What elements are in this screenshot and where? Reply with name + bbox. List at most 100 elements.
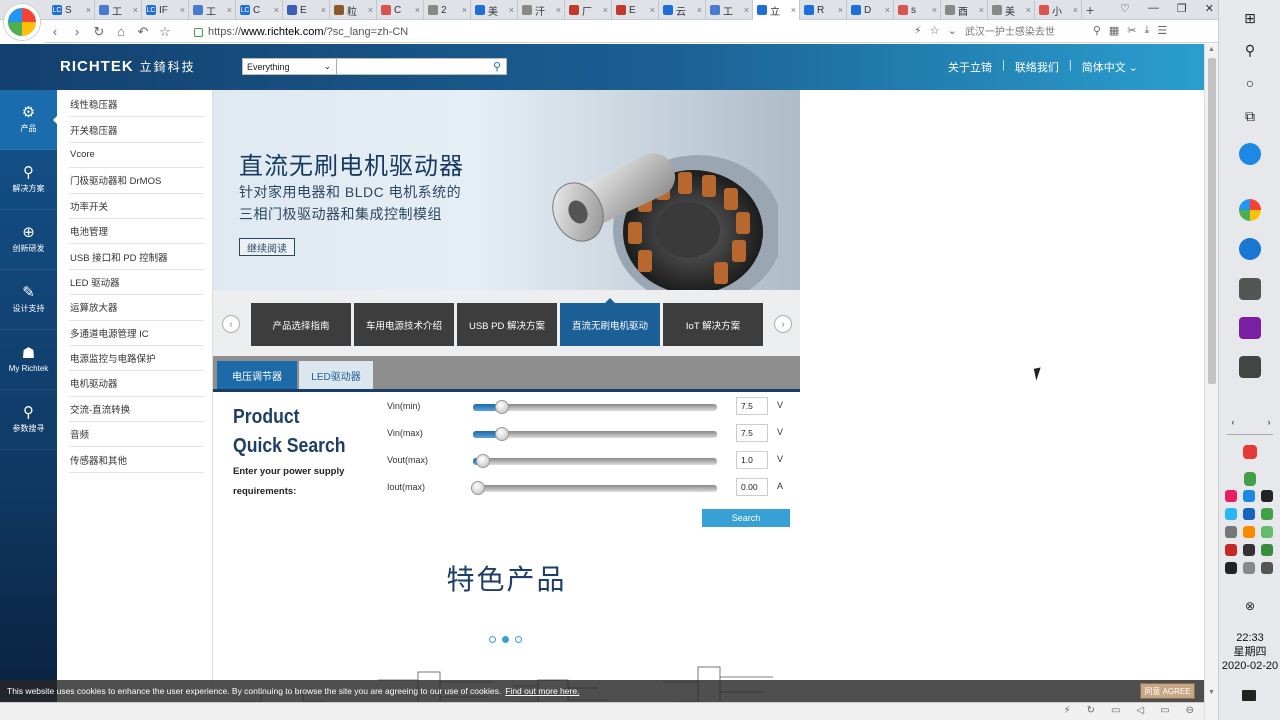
forward-icon[interactable]: › [66,24,88,39]
browser-tab[interactable]: LC C × [236,0,283,20]
link-contact[interactable]: 联络我们 [1015,59,1059,75]
tray-left-arrow[interactable]: ‹ [1223,412,1243,432]
pagination-dot[interactable] [502,636,509,643]
parameter-slider[interactable] [473,400,717,414]
windows-start-icon[interactable]: ⊞ [1240,8,1260,28]
calculator-icon[interactable] [1239,278,1261,300]
download-icon[interactable]: ⤓ [1145,24,1150,37]
search-input[interactable] [337,59,488,74]
bookmark-icon[interactable]: ☆ [930,24,940,37]
speed-icon[interactable]: ⚡ [1064,705,1071,716]
task-view-icon[interactable]: ⧉ [1240,106,1260,126]
parameter-input[interactable]: 0.00 [736,478,768,496]
carousel-tab[interactable]: 车用电源技术介绍 [354,303,454,346]
browser-tab[interactable]: 美 × [988,0,1035,20]
browser-tab[interactable]: 工 × [706,0,753,20]
browser-tab[interactable]: 厂 × [565,0,612,20]
category-item[interactable]: Vcore [69,143,204,169]
browser-tab[interactable]: 小 × [1035,0,1082,20]
tray-icon[interactable] [1261,544,1273,556]
browser-tab[interactable]: 工 × [95,0,142,20]
tab-close-icon[interactable]: × [838,5,843,15]
shield-icon[interactable]: ♡ [1120,2,1130,15]
undo-icon[interactable]: ↶ [132,24,154,40]
read-more-button[interactable]: 继续阅读 [239,238,295,256]
parameter-input[interactable]: 7.5 [736,424,768,442]
tab-close-icon[interactable]: × [697,5,702,15]
tray-icon[interactable] [1261,490,1273,502]
category-item[interactable]: 线性稳压器 [69,92,204,118]
scroll-up-icon[interactable]: ▲ [1208,46,1215,53]
volume-icon[interactable]: ◁ [1136,705,1144,716]
slider-handle[interactable] [495,400,510,414]
browser-tab[interactable]: 立 × [753,0,800,20]
tab-close-icon[interactable]: × [180,5,185,15]
category-item[interactable]: LED 驱动器 [69,270,204,296]
quick-search-button[interactable]: Search [702,509,790,527]
category-item[interactable]: 电池管理 [69,219,204,245]
browser-app-icon[interactable] [1239,199,1261,221]
minimize-button[interactable]: — [1148,2,1159,15]
tray-icon[interactable] [1225,544,1237,556]
parameter-input[interactable]: 1.0 [736,451,768,469]
search-icon[interactable]: ⚲ [1093,24,1101,37]
left-nav-item[interactable]: ⚙ 产品 [0,90,57,150]
app-icon[interactable] [1239,356,1261,378]
home-icon[interactable]: ⌂ [110,24,132,39]
browser-tab[interactable]: 粒 × [330,0,377,20]
tab-close-icon[interactable]: × [744,5,749,15]
parameter-slider[interactable] [473,427,717,441]
search-button[interactable]: ⚲ [488,59,506,74]
browser-tab[interactable]: LC S × [48,0,95,20]
dropdown-icon[interactable]: ⌄ [948,24,957,37]
category-item[interactable]: 运算放大器 [69,295,204,321]
browser-tab[interactable]: 云 × [659,0,706,20]
tray-icon[interactable] [1225,526,1237,538]
trash-icon[interactable]: ▭ [1111,705,1120,716]
browser-logo[interactable] [4,4,40,40]
close-circle-icon[interactable]: ⊗ [1240,596,1260,616]
left-nav-item[interactable]: ⚲ 解决方案 [0,150,57,210]
scroll-down-icon[interactable]: ▼ [1208,689,1215,696]
edge-icon[interactable] [1239,238,1261,260]
carousel-tab[interactable]: USB PD 解决方案 [457,303,557,346]
lightning-icon[interactable]: ⚡ [914,24,922,37]
tray-app-icon[interactable] [1243,445,1257,459]
browser-tab[interactable]: D × [847,0,894,20]
news-ticker[interactable]: 武汉一护士感染去世 [965,23,1085,38]
tab-led-driver[interactable]: LED驱动器 [299,361,373,389]
tray-icon[interactable] [1225,562,1237,574]
tray-icon[interactable] [1243,490,1255,502]
slider-handle[interactable] [495,427,510,441]
category-item[interactable]: 电机驱动器 [69,371,204,397]
tray-right-arrow[interactable]: › [1259,412,1279,432]
tab-close-icon[interactable]: × [274,5,279,15]
browser-tab[interactable]: 2 × [424,0,471,20]
window-icon[interactable]: ▭ [1160,705,1169,716]
slider-handle[interactable] [471,481,485,495]
browser-tab[interactable]: 酉 × [941,0,988,20]
pagination-dot[interactable] [489,636,496,643]
category-item[interactable]: 交流-直流转换 [69,397,204,423]
page-scrollbar[interactable]: ▲ ▼ [1204,44,1218,720]
menu-icon[interactable]: ☰ [1157,24,1167,37]
language-selector[interactable]: 简体中文 ⌄ [1082,59,1138,75]
search-icon[interactable]: ⚲ [1240,40,1260,60]
browser-tab[interactable]: 美 × [471,0,518,20]
parameter-slider[interactable] [471,481,717,495]
restore-button[interactable]: ❐ [1177,2,1187,15]
search-scope-select[interactable]: Everything ⌄ [243,59,337,74]
onenote-icon[interactable] [1239,317,1261,339]
tray-icon[interactable] [1243,544,1255,556]
carousel-prev-button[interactable]: ‹ [222,315,240,333]
tray-icon[interactable] [1261,526,1273,538]
browser-tab[interactable]: E × [612,0,659,20]
carousel-tab[interactable]: 产品选择指南 [251,303,351,346]
tray-icon[interactable] [1225,508,1237,520]
tab-close-icon[interactable]: × [650,5,655,15]
tab-close-icon[interactable]: × [556,5,561,15]
tab-close-icon[interactable]: × [368,5,373,15]
hero-banner[interactable]: 直流无刷电机驱动器 针对家用电器和 BLDC 电机系统的 三相门极驱动器和集成控… [213,90,800,290]
browser-tab[interactable]: 汗 × [518,0,565,20]
cookie-agree-button[interactable]: 同意 AGREE [1140,683,1195,699]
